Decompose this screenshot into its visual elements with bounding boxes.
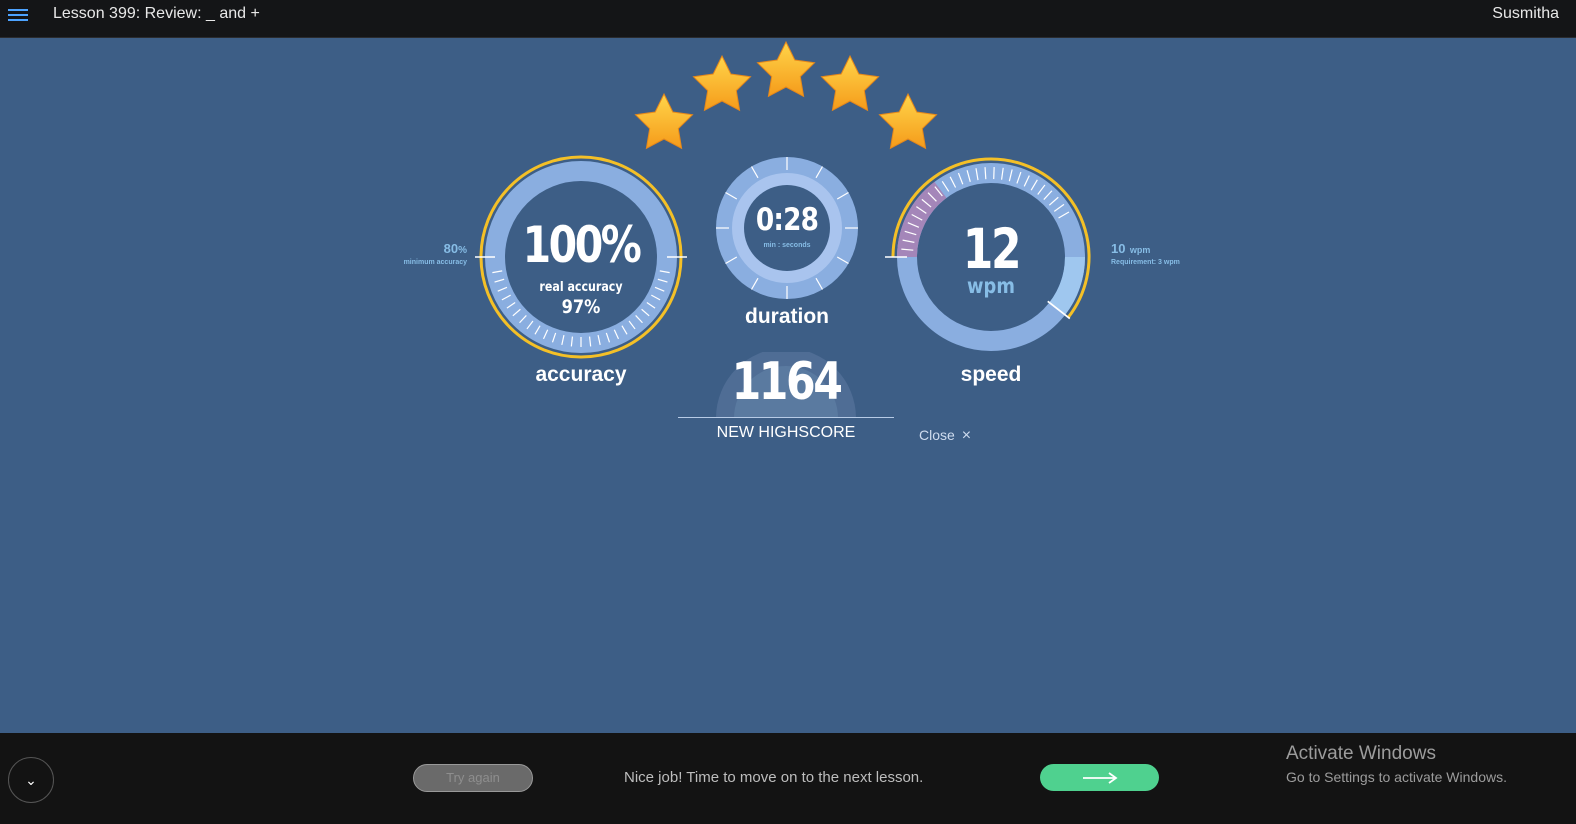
top-bar: Lesson 399: Review: _ and + Susmitha: [0, 0, 1576, 38]
arrow-right-icon: [1082, 771, 1118, 784]
try-again-button[interactable]: Try again: [413, 764, 533, 792]
minimum-accuracy-unit: %: [458, 245, 467, 256]
star-icon: [878, 92, 938, 150]
speed-target: 10 wpm Requirement: 3 wpm: [1111, 240, 1211, 266]
results-panel: 100% real accuracy 97% accuracy 80% mini…: [0, 38, 1576, 733]
accuracy-value: 100%: [522, 216, 642, 274]
minimum-accuracy-caption: minimum accuracy: [403, 259, 467, 266]
close-icon: ×: [961, 427, 972, 444]
score-caption: NEW HIGHSCORE: [716, 424, 856, 441]
close-button[interactable]: Close ×: [919, 427, 971, 445]
speed-unit: wpm: [967, 274, 1015, 298]
speed-value: 12: [962, 217, 1022, 281]
username[interactable]: Susmitha: [1492, 5, 1559, 23]
minimum-accuracy-value: 80: [443, 241, 459, 256]
activate-windows-title: Activate Windows: [1286, 743, 1436, 764]
minimum-accuracy: 80% minimum accuracy: [380, 240, 467, 266]
star-icon: [692, 54, 752, 112]
bottom-bar: ⌄ Try again Nice job! Time to move on to…: [0, 733, 1576, 824]
duration-value: 0:28: [755, 202, 819, 238]
gauge-tick: [984, 167, 987, 180]
close-label: Close: [919, 427, 955, 443]
hamburger-menu-icon[interactable]: [8, 6, 28, 24]
next-lesson-button[interactable]: [1040, 764, 1159, 791]
score-value: 1164: [731, 352, 843, 412]
star-icon: [634, 92, 694, 150]
speed-target-unit: wpm: [1129, 245, 1151, 255]
speed-requirement: Requirement: 3 wpm: [1111, 259, 1180, 266]
activate-windows-subtitle: Go to Settings to activate Windows.: [1286, 769, 1507, 785]
duration-unit: min : seconds: [763, 242, 811, 249]
real-accuracy-label: real accuracy: [539, 280, 623, 295]
speed-label: speed: [960, 363, 1022, 386]
real-accuracy-value: 97%: [561, 296, 601, 318]
lesson-title: Lesson 399: Review: _ and +: [53, 5, 260, 22]
accuracy-label: accuracy: [535, 363, 627, 386]
star-icon: [756, 40, 816, 98]
duration-label: duration: [745, 305, 829, 328]
collapse-button[interactable]: ⌄: [8, 757, 54, 803]
speed-target-value: 10: [1111, 241, 1126, 256]
completion-message: Nice job! Time to move on to the next le…: [624, 769, 924, 786]
star-icon: [820, 54, 880, 112]
score-divider: [678, 417, 894, 418]
chevron-down-icon: ⌄: [25, 771, 37, 788]
